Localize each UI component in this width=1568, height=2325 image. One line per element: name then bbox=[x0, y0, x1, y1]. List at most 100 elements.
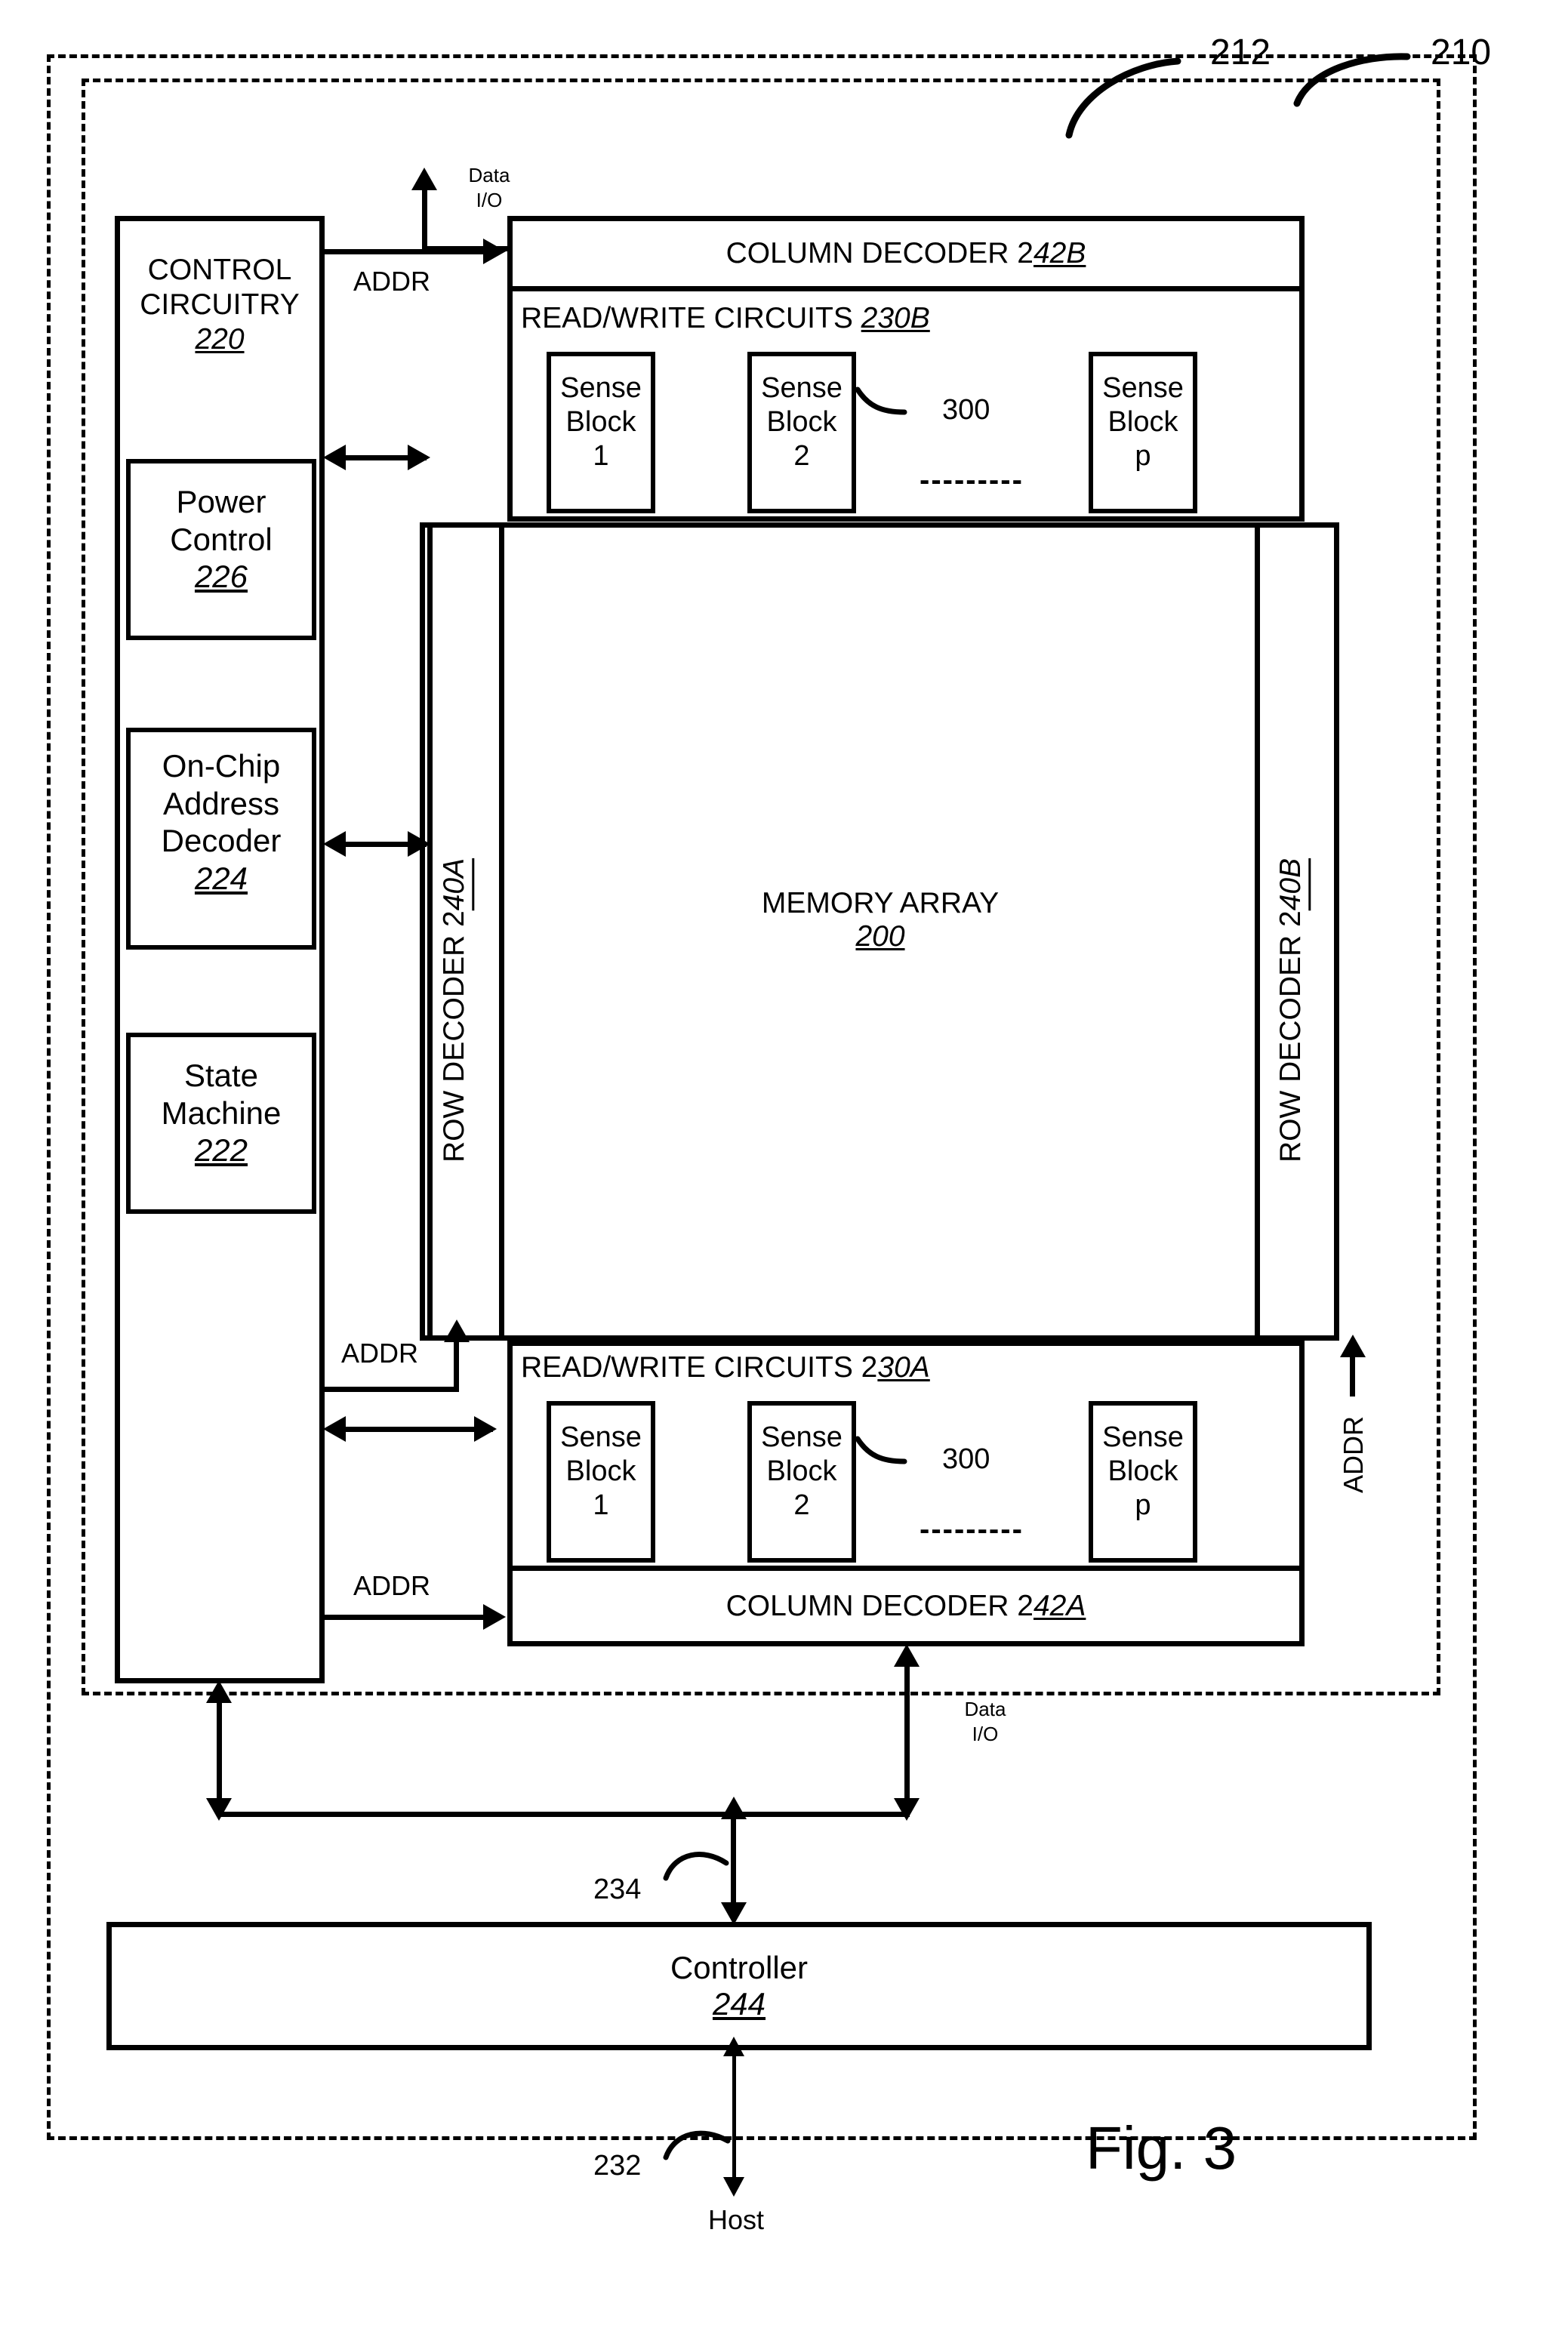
column-decoder-bottom-box: COLUMN DECODER 2 42A bbox=[507, 1571, 1305, 1646]
memory-array-label: MEMORY ARRAY bbox=[761, 887, 1000, 919]
on-chip-address-decoder-line2: Address bbox=[162, 785, 280, 821]
leader-line-212 bbox=[1065, 57, 1181, 139]
addr-bottom-line bbox=[325, 1615, 485, 1620]
read-write-top-label: READ/WRITE CIRCUITS bbox=[521, 302, 861, 334]
ctrl-bus-vertical bbox=[217, 1697, 222, 1814]
data-io-top-stem bbox=[422, 187, 427, 251]
read-write-bottom-ref: 30A bbox=[877, 1351, 930, 1384]
data-io-bottom-line1: Data bbox=[964, 1698, 1006, 1720]
data-io-bottom-label: Data I/O bbox=[940, 1697, 1030, 1746]
figure-caption: Fig. 3 bbox=[1086, 2114, 1237, 2182]
sense-block-bottom-1-line1: Sense bbox=[560, 1421, 642, 1453]
sense-block-top-p-line1: Sense bbox=[1102, 372, 1184, 404]
ref-210: 210 bbox=[1431, 32, 1492, 72]
sense-block-top-1-line1: Sense bbox=[560, 372, 642, 404]
on-chip-address-decoder-line3: Decoder bbox=[161, 823, 282, 859]
controller-box: Controller 244 bbox=[106, 1922, 1372, 2050]
addr-top-label: ADDR bbox=[353, 266, 431, 297]
sense-block-bottom-2-line1: Sense bbox=[761, 1421, 843, 1453]
control-circuitry-title: CONTROL CIRCUITRY 220 bbox=[120, 253, 319, 357]
addr-bottom-label: ADDR bbox=[353, 1570, 431, 1601]
control-circuitry-box: CONTROL CIRCUITRY 220 bbox=[115, 216, 325, 1683]
column-decoder-top-label: COLUMN DECODER 2 bbox=[725, 237, 1034, 269]
row-decoder-left-ref: 40A bbox=[438, 858, 470, 911]
controller-host-arrow-up bbox=[723, 2037, 744, 2056]
read-write-top-label-wrap: READ/WRITE CIRCUITS 230B bbox=[521, 302, 930, 335]
read-write-bottom-label: READ/WRITE CIRCUITS 2 bbox=[521, 1351, 878, 1384]
leader-line-234 bbox=[663, 1852, 729, 1881]
control-circuitry-title-line1: CONTROL bbox=[147, 254, 292, 286]
ctrl-rw-bottom-arrow-right bbox=[474, 1416, 497, 1442]
controller-host-arrow-down bbox=[723, 2177, 744, 2197]
sense-block-top-p-line3: p bbox=[1135, 439, 1151, 472]
data-io-top-line1: Data bbox=[468, 164, 510, 186]
sense-block-top-2-line2: Block bbox=[766, 405, 837, 438]
ref-212: 212 bbox=[1210, 32, 1271, 72]
sense-block-top-2: Sense Block 2 bbox=[747, 352, 856, 513]
coldec-bus-arrow-down bbox=[894, 1798, 920, 1821]
ctrl-bus-arrow-down bbox=[206, 1798, 232, 1821]
ctrl-bus-arrow-up bbox=[206, 1680, 232, 1703]
addr-mid-label: ADDR bbox=[341, 1338, 419, 1369]
column-decoder-top-box: COLUMN DECODER 2 42B bbox=[507, 216, 1305, 291]
addr-right-label: ADDR bbox=[1338, 1416, 1369, 1494]
addr-bottom-arrowhead bbox=[483, 1604, 506, 1630]
sense-block-bottom-2-line2: Block bbox=[766, 1455, 837, 1487]
ctrl-rw-bottom-line bbox=[343, 1427, 493, 1432]
on-chip-address-decoder-ref: 224 bbox=[194, 860, 248, 896]
sense-block-bottom-2: Sense Block 2 bbox=[747, 1401, 856, 1563]
read-write-top-ref: 230B bbox=[861, 302, 930, 334]
bus-to-controller-arrow-up bbox=[721, 1797, 747, 1819]
addr-mid-horizontal bbox=[325, 1387, 459, 1392]
sense-block-top-1: Sense Block 1 bbox=[547, 352, 655, 513]
leader-line-300-bottom bbox=[855, 1436, 907, 1464]
addr-mid-arrowhead bbox=[444, 1320, 470, 1342]
read-write-bottom-label-wrap: READ/WRITE CIRCUITS 230A bbox=[521, 1351, 930, 1384]
column-decoder-bottom-ref: 42A bbox=[1033, 1589, 1086, 1622]
control-circuitry-title-line2: CIRCUITRY bbox=[140, 288, 300, 322]
sense-block-top-2-line3: 2 bbox=[793, 439, 810, 472]
sense-block-bottom-p-line1: Sense bbox=[1102, 1421, 1184, 1453]
sense-block-bottom-p-line2: Block bbox=[1107, 1455, 1178, 1487]
callout-300-top: 300 bbox=[942, 394, 990, 426]
state-machine-ref: 222 bbox=[194, 1132, 248, 1169]
on-chip-address-decoder-box: On-Chip Address Decoder 224 bbox=[126, 728, 316, 950]
state-machine-line2: Machine bbox=[161, 1095, 282, 1131]
data-io-top-arrowhead bbox=[411, 168, 437, 190]
sense-block-bottom-2-line3: 2 bbox=[793, 1489, 810, 1521]
state-machine-box: State Machine 222 bbox=[126, 1033, 316, 1214]
coldec-bus-arrow-up bbox=[894, 1644, 920, 1667]
ctrl-rowdec-lower-arrow-left bbox=[323, 831, 346, 857]
data-io-top-line2: I/O bbox=[476, 188, 503, 211]
sense-block-bottom-p-line3: p bbox=[1135, 1489, 1151, 1521]
memory-array-ref: 200 bbox=[855, 920, 905, 953]
sense-block-top-1-line2: Block bbox=[565, 405, 636, 438]
sense-block-bottom-p: Sense Block p bbox=[1089, 1401, 1197, 1563]
column-decoder-bottom-label: COLUMN DECODER 2 bbox=[725, 1589, 1034, 1622]
power-control-box: Power Control 226 bbox=[126, 459, 316, 640]
ctrl-rowdec-upper-arrow-right bbox=[408, 445, 430, 470]
ref-234: 234 bbox=[593, 1874, 642, 1905]
bottom-bus-line bbox=[217, 1812, 910, 1817]
patent-figure-3: 212 210 CONTROL CIRCUITRY 220 Power Cont… bbox=[0, 0, 1568, 2325]
state-machine-line1: State bbox=[183, 1058, 259, 1093]
row-decoder-left-label: ROW DECODER 2 bbox=[438, 910, 470, 1162]
control-circuitry-ref: 220 bbox=[195, 323, 245, 356]
addr-right-arrowhead bbox=[1340, 1335, 1366, 1357]
addr-right-stem bbox=[1350, 1351, 1355, 1397]
on-chip-address-decoder-line1: On-Chip bbox=[162, 748, 281, 784]
memory-array-label-wrap: MEMORY ARRAY 200 bbox=[692, 887, 1069, 953]
ctrl-rowdec-upper-arrow-left bbox=[323, 445, 346, 470]
sense-block-top-2-line1: Sense bbox=[761, 372, 843, 404]
addr-mid-vertical bbox=[454, 1336, 459, 1389]
leader-line-232 bbox=[663, 2130, 731, 2160]
row-decoder-right-ref: 40B bbox=[1274, 858, 1307, 911]
leader-line-300-top bbox=[855, 386, 907, 415]
sense-block-top-p: Sense Block p bbox=[1089, 352, 1197, 513]
sense-block-bottom-1-line2: Block bbox=[565, 1455, 636, 1487]
controller-ref: 244 bbox=[712, 1986, 766, 2022]
controller-label: Controller bbox=[670, 1950, 809, 1985]
power-control-ref: 226 bbox=[194, 559, 248, 595]
row-decoder-right-label-wrap: ROW DECODER 240B bbox=[1274, 694, 1308, 1162]
sense-blocks-ellipsis-bottom: --------- bbox=[920, 1513, 1024, 1546]
